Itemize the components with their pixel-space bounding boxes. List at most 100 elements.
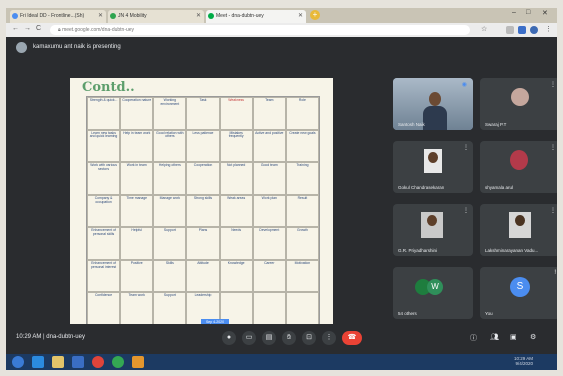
camera-icon[interactable]: ▭	[242, 331, 256, 345]
avatar	[16, 42, 27, 53]
tab-label: JN 4 Mobility	[118, 13, 147, 19]
menu-icon[interactable]: ⋮	[545, 25, 552, 33]
table-cell: Help in team work	[120, 129, 154, 163]
forward-icon[interactable]: →	[24, 25, 31, 32]
table-header-cell: Team	[252, 97, 286, 130]
person-head	[427, 215, 437, 226]
table-cell: Less patience	[186, 129, 220, 163]
close-icon[interactable]: ✕	[298, 10, 303, 23]
ie-icon[interactable]	[32, 356, 44, 368]
mic-icon[interactable]: ●	[222, 331, 236, 345]
participant-tile[interactable]: ⋮ Gokul Chandrasekaran	[393, 141, 473, 193]
address-bar: ← → C 🔒︎ meet.google.com/dna-dubtn-uey ☆…	[6, 23, 557, 37]
mic-off-icon: ⋮	[463, 208, 469, 214]
table-cell	[252, 292, 286, 325]
table-header-cell: Weakness	[219, 97, 253, 130]
tab-3[interactable]: Meet - dna-dubtn-uey ✕	[206, 10, 306, 23]
meeting-code: dna-dubtn-uey	[46, 334, 85, 340]
table-cell: Cooperation	[186, 162, 220, 195]
chrome-icon[interactable]	[112, 356, 124, 368]
close-icon[interactable]: ✕	[196, 10, 201, 23]
table-cell: Development	[252, 227, 286, 260]
table-cell: Enhancement of personal interest	[87, 259, 121, 293]
table-header-cell: Strength & quick...	[87, 97, 121, 130]
table-cell: Motivation	[285, 259, 319, 293]
table-cell: Work plan	[252, 194, 286, 228]
tab-2[interactable]: JN 4 Mobility ✕	[108, 10, 204, 23]
table-cell: Active and positive	[252, 129, 286, 163]
self-avatar: S	[510, 277, 530, 297]
new-tab-button[interactable]: +	[310, 10, 320, 20]
participant-photo	[510, 150, 528, 170]
back-icon[interactable]: ←	[12, 25, 19, 32]
tab-favicon-icon	[12, 13, 18, 19]
table-cell: Mistakes frequently	[219, 129, 253, 163]
table-cell: Good relation with others	[153, 129, 187, 163]
maximize-icon[interactable]: □	[526, 9, 530, 16]
table-cell: Plans	[186, 227, 220, 260]
info-icon[interactable]: ⓘ	[470, 333, 477, 343]
tab-strip: Fri Ideal DD - Frontline...(Sh) ✕ JN 4 M…	[6, 8, 557, 23]
more-options-icon[interactable]: ⋮	[322, 331, 336, 345]
mic-off-icon: ⋮	[550, 145, 556, 151]
explorer-icon[interactable]	[52, 356, 64, 368]
table-cell: Good team	[252, 162, 286, 195]
table-cell: Team work	[120, 292, 154, 325]
extension-icon[interactable]	[506, 26, 514, 34]
tab-1[interactable]: Fri Ideal DD - Frontline...(Sh) ✕	[10, 10, 106, 23]
participant-tile[interactable]: W 54 others	[393, 267, 473, 319]
meeting-controls-bar: 10:29 AM | dna-dubtn-uey ● ▭ ▤ ✋︎ ⊡ ⋮ ☎︎…	[6, 324, 557, 354]
start-icon[interactable]	[12, 356, 24, 368]
table-header-cell: Cooperation nature	[120, 97, 154, 130]
chrome-icon[interactable]	[92, 356, 104, 368]
table-header-cell: Role	[285, 97, 319, 130]
slide-title: Contd..	[82, 80, 135, 95]
table-cell: Company & occupation	[87, 194, 121, 228]
app-icon[interactable]	[132, 356, 144, 368]
participant-tile[interactable]: ◉ Santosh Naik	[393, 78, 473, 130]
close-icon[interactable]: ✕	[98, 10, 103, 23]
table-cell	[285, 292, 319, 325]
person-body	[423, 106, 447, 130]
participant-tile[interactable]: ⋮ shyamala arul	[480, 141, 557, 193]
participant-name: Gokul Chandrasekaran	[398, 185, 445, 190]
participant-photo	[511, 88, 529, 106]
participant-name: You	[485, 311, 493, 316]
participant-name: Lakshminarayanan Vadu...	[485, 248, 539, 253]
reload-icon[interactable]: C	[36, 25, 41, 32]
table-cell: Knowledge	[219, 259, 253, 293]
minimize-icon[interactable]: –	[512, 9, 516, 16]
table-header-cell: Working environment	[153, 97, 187, 130]
presenting-text: kamaxumu ant naik is presenting	[33, 44, 121, 50]
clock-date: 9/4/2020	[515, 361, 534, 366]
url-input[interactable]: 🔒︎ meet.google.com/dna-dubtn-uey	[50, 25, 470, 35]
present-icon[interactable]: ⊡	[302, 331, 316, 345]
raise-hand-icon[interactable]: ✋︎	[282, 331, 296, 345]
mic-off-icon: ⋮	[463, 145, 469, 151]
captions-icon[interactable]: ▤	[262, 331, 276, 345]
extension-icon[interactable]	[518, 26, 526, 34]
people-icon[interactable]: 👥︎	[490, 333, 499, 341]
table-header-cell: Task	[186, 97, 220, 130]
participant-name: Santosh Naik	[398, 122, 425, 127]
profile-icon[interactable]	[530, 26, 538, 34]
person-head	[515, 215, 525, 226]
participant-tile[interactable]: ⋮ Lakshminarayanan Vadu...	[480, 204, 557, 256]
star-icon[interactable]: ☆	[481, 25, 487, 33]
participant-tile[interactable]: ⋮ G.R. Priyadharshini	[393, 204, 473, 256]
table-cell: Manage work	[153, 194, 187, 228]
table-cell: Result	[285, 194, 319, 228]
activities-icon[interactable]: ⚙︎	[530, 333, 536, 341]
end-call-button[interactable]: ☎︎	[342, 331, 362, 345]
more-icon[interactable]: ◉	[462, 81, 467, 88]
close-window-icon[interactable]: ✕	[542, 9, 548, 17]
table-cell: Training	[285, 162, 319, 195]
table-cell: Helping others	[153, 162, 187, 195]
chat-icon[interactable]: ▣	[510, 333, 517, 341]
browser-window: Fri Ideal DD - Frontline...(Sh) ✕ JN 4 M…	[6, 8, 557, 370]
word-icon[interactable]	[72, 356, 84, 368]
participant-tile[interactable]: S ! You	[480, 267, 557, 319]
participant-tile[interactable]: ⋮ Swaraj P.T	[480, 78, 557, 130]
table-cell: Create new goals	[285, 129, 319, 163]
table-cell: Needs	[219, 227, 253, 260]
